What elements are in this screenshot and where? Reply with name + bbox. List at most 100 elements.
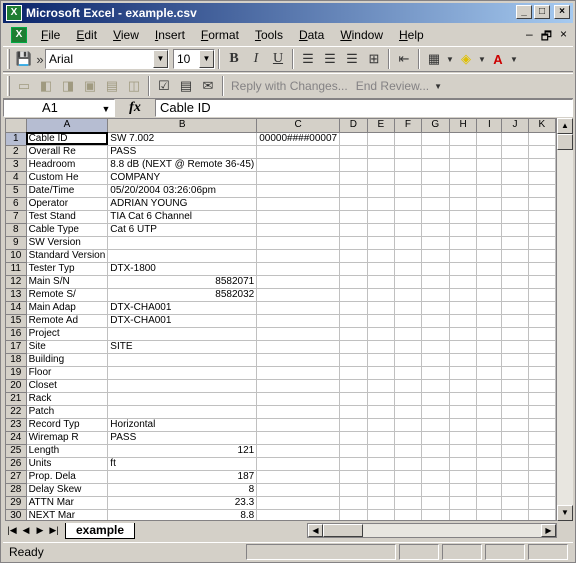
cell[interactable] bbox=[476, 158, 503, 172]
cell[interactable] bbox=[339, 405, 368, 419]
column-header-e[interactable]: E bbox=[367, 119, 395, 133]
cell[interactable]: Building bbox=[26, 353, 109, 367]
font-color-icon[interactable]: A bbox=[487, 48, 509, 70]
cell[interactable]: Main S/N bbox=[26, 275, 109, 289]
cell[interactable] bbox=[367, 171, 395, 185]
cell[interactable] bbox=[394, 171, 422, 185]
cell[interactable] bbox=[256, 301, 341, 315]
cell[interactable] bbox=[421, 327, 450, 341]
cell[interactable] bbox=[501, 158, 529, 172]
cell[interactable] bbox=[367, 275, 395, 289]
worksheet-grid[interactable]: A B C D E F G H I J K 1 Cable ID SW 7.002 0… bbox=[5, 118, 557, 521]
cell[interactable]: Cat 6 UTP bbox=[107, 223, 258, 237]
row-header[interactable]: 29 bbox=[6, 496, 27, 510]
cell[interactable] bbox=[339, 327, 368, 341]
row-header[interactable]: 24 bbox=[6, 431, 27, 445]
chevron-down-icon[interactable]: ▼ bbox=[445, 48, 455, 70]
cell[interactable] bbox=[367, 353, 395, 367]
cell[interactable] bbox=[367, 405, 395, 419]
cell[interactable] bbox=[501, 210, 529, 224]
cell[interactable] bbox=[501, 275, 529, 289]
cell[interactable] bbox=[476, 171, 503, 185]
cell[interactable] bbox=[528, 288, 556, 302]
cell[interactable] bbox=[501, 262, 529, 276]
row-header[interactable]: 30 bbox=[6, 509, 27, 520]
cell[interactable] bbox=[256, 197, 341, 211]
cell[interactable] bbox=[256, 392, 341, 406]
cell[interactable]: Floor bbox=[26, 366, 109, 380]
cell[interactable] bbox=[476, 288, 503, 302]
cell[interactable] bbox=[367, 158, 395, 172]
cell[interactable] bbox=[107, 236, 258, 250]
menu-help[interactable]: Help bbox=[391, 26, 432, 44]
cell[interactable] bbox=[449, 314, 478, 328]
cell[interactable] bbox=[394, 496, 422, 510]
cell[interactable] bbox=[501, 353, 529, 367]
close-button[interactable]: × bbox=[554, 5, 570, 19]
column-header-h[interactable]: H bbox=[449, 119, 478, 133]
cell[interactable] bbox=[421, 379, 450, 393]
row-header[interactable]: 20 bbox=[6, 379, 27, 393]
save-icon[interactable]: 💾 bbox=[13, 48, 35, 70]
cell[interactable] bbox=[501, 236, 529, 250]
row-header[interactable]: 11 bbox=[6, 262, 27, 276]
cell[interactable] bbox=[421, 470, 450, 484]
cell[interactable] bbox=[367, 314, 395, 328]
cell[interactable] bbox=[528, 223, 556, 237]
cell[interactable] bbox=[394, 275, 422, 289]
cell[interactable] bbox=[256, 223, 341, 237]
cell[interactable] bbox=[256, 470, 341, 484]
cell[interactable] bbox=[339, 509, 368, 520]
cell[interactable] bbox=[501, 288, 529, 302]
cell[interactable]: Delay Skew bbox=[26, 483, 109, 497]
cell[interactable] bbox=[107, 405, 258, 419]
cell[interactable] bbox=[501, 509, 529, 520]
formula-input[interactable]: Cable ID bbox=[155, 99, 573, 117]
cell[interactable] bbox=[367, 236, 395, 250]
row-header[interactable]: 15 bbox=[6, 314, 27, 328]
row-header[interactable]: 9 bbox=[6, 236, 27, 250]
cell[interactable] bbox=[476, 470, 503, 484]
cell[interactable] bbox=[501, 457, 529, 471]
cell[interactable] bbox=[339, 288, 368, 302]
cell[interactable] bbox=[394, 301, 422, 315]
cell[interactable]: Remote S/ bbox=[26, 288, 109, 302]
cell[interactable] bbox=[421, 496, 450, 510]
cell[interactable]: ft bbox=[107, 457, 258, 471]
cell[interactable] bbox=[394, 457, 422, 471]
cell[interactable] bbox=[339, 236, 368, 250]
cell[interactable]: Horizontal bbox=[107, 418, 258, 432]
cell[interactable] bbox=[107, 249, 258, 263]
cell[interactable] bbox=[421, 405, 450, 419]
row-header[interactable]: 17 bbox=[6, 340, 27, 354]
cell[interactable] bbox=[367, 470, 395, 484]
cell[interactable] bbox=[394, 210, 422, 224]
cell[interactable] bbox=[528, 340, 556, 354]
cell[interactable] bbox=[367, 496, 395, 510]
cell[interactable] bbox=[528, 457, 556, 471]
column-header-k[interactable]: K bbox=[528, 119, 556, 133]
cell[interactable] bbox=[367, 483, 395, 497]
cell[interactable] bbox=[476, 275, 503, 289]
cell[interactable] bbox=[449, 171, 478, 185]
vertical-scrollbar[interactable]: ▲ ▼ bbox=[557, 118, 573, 521]
cell[interactable] bbox=[339, 314, 368, 328]
cell[interactable] bbox=[501, 418, 529, 432]
cell[interactable]: Record Typ bbox=[26, 418, 109, 432]
cell[interactable] bbox=[107, 327, 258, 341]
cell[interactable] bbox=[528, 314, 556, 328]
last-sheet-icon[interactable]: ▶| bbox=[47, 523, 61, 538]
cell[interactable] bbox=[449, 470, 478, 484]
cell[interactable] bbox=[528, 496, 556, 510]
cell[interactable] bbox=[339, 483, 368, 497]
cell[interactable] bbox=[339, 145, 368, 159]
chevron-down-icon[interactable]: ▼ bbox=[199, 50, 214, 68]
cell[interactable] bbox=[449, 483, 478, 497]
next-sheet-icon[interactable]: ▶ bbox=[33, 523, 47, 538]
row-header[interactable]: 27 bbox=[6, 470, 27, 484]
toolbar-grip[interactable] bbox=[7, 76, 10, 96]
cell[interactable] bbox=[449, 457, 478, 471]
cell[interactable] bbox=[421, 301, 450, 315]
cell[interactable] bbox=[501, 496, 529, 510]
cell[interactable] bbox=[256, 444, 341, 458]
